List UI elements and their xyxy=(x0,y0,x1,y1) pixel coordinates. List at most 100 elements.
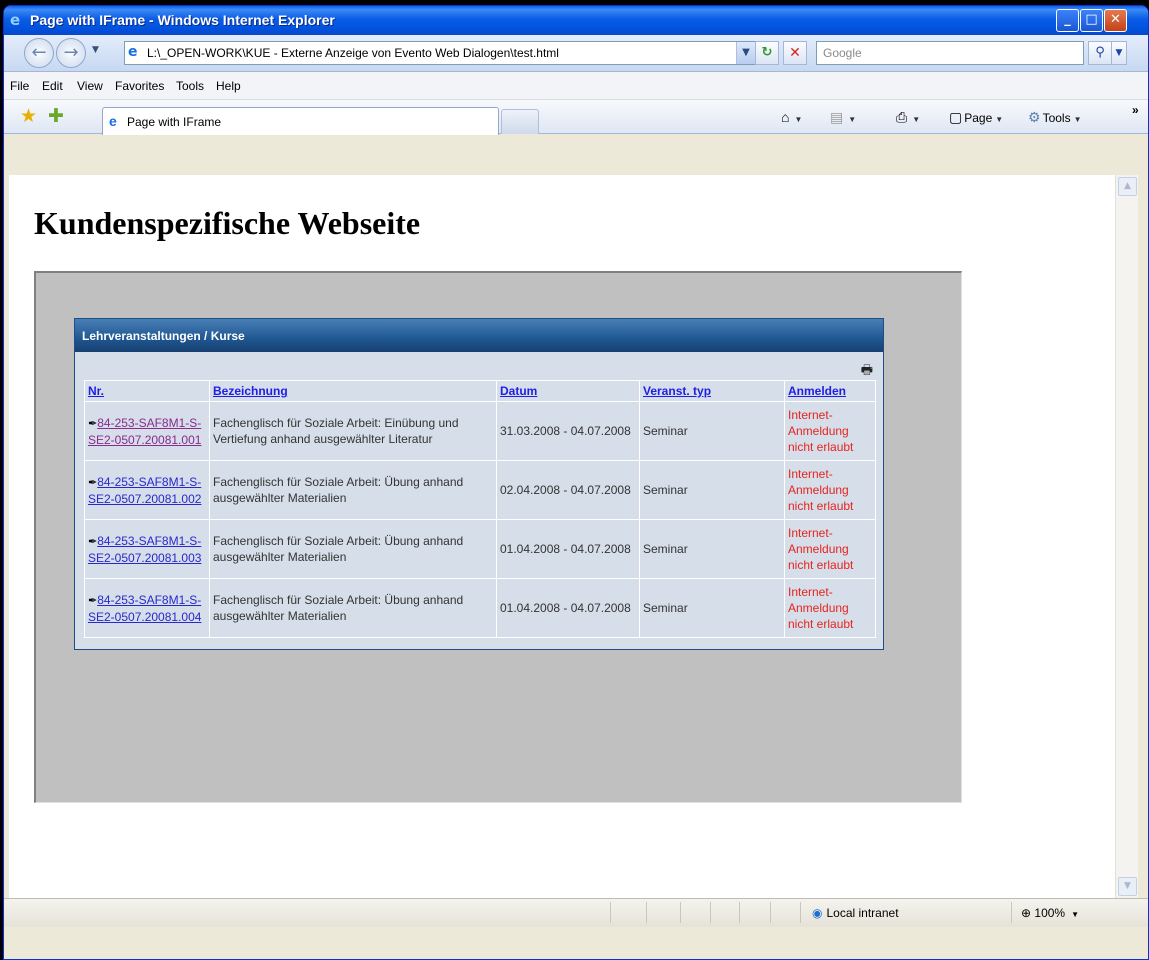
status-divider xyxy=(739,902,740,923)
title-bar[interactable]: e Page with IFrame - Windows Internet Ex… xyxy=(4,6,1148,35)
zoom-icon: ⊕ xyxy=(1021,906,1032,920)
address-toolbar: ← → ▼ e L:\_OPEN-WORK\KUE - Externe Anze… xyxy=(4,35,1148,72)
search-options-dropdown[interactable]: ▼ xyxy=(1111,41,1127,65)
back-arrow-icon: ← xyxy=(31,42,47,63)
ie-logo-icon: e xyxy=(10,11,21,29)
search-placeholder: Google xyxy=(823,46,862,60)
window-title: Page with IFrame - Windows Internet Expl… xyxy=(30,12,335,28)
cell-anmelden: Internet-Anmeldung nicht erlaubt xyxy=(784,519,876,579)
menu-favorites[interactable]: Favorites xyxy=(115,79,164,93)
address-bar[interactable]: e L:\_OPEN-WORK\KUE - Externe Anzeige vo… xyxy=(124,41,756,65)
tools-menu-label: Tools xyxy=(1042,111,1071,125)
minimize-button[interactable]: _ xyxy=(1056,9,1079,32)
cell-nr: ✒84-253-SAF8M1-S-SE2-0507.20081.002 xyxy=(84,460,210,520)
home-button[interactable]: ⌂ ▼ xyxy=(781,109,802,125)
column-header-veranst-typ[interactable]: Veranst. typ xyxy=(639,380,785,402)
column-header-anmelden[interactable]: Anmelden xyxy=(784,380,876,402)
feeds-button[interactable]: ▤ ▼ xyxy=(830,109,856,126)
edit-pen-icon: ✒ xyxy=(88,594,98,607)
status-divider xyxy=(770,902,771,923)
edit-pen-icon: ✒ xyxy=(88,476,98,489)
cell-bezeichnung: Fachenglisch für Soziale Arbeit: Übung a… xyxy=(209,578,497,638)
vertical-scrollbar[interactable]: ▲ ▼ xyxy=(1115,175,1138,898)
zone-label: Local intranet xyxy=(826,906,899,920)
tools-menu-button[interactable]: ⚙ Tools ▼ xyxy=(1028,109,1082,126)
column-header-bezeichnung[interactable]: Bezeichnung xyxy=(209,380,497,402)
status-divider xyxy=(646,902,647,923)
status-divider xyxy=(680,902,681,923)
zoom-level: 100% xyxy=(1034,906,1066,920)
course-number-link[interactable]: 84-253-SAF8M1-S-SE2-0507.20081.001 xyxy=(88,416,201,447)
menu-help[interactable]: Help xyxy=(216,79,241,93)
zoom-control[interactable]: ⊕ 100% ▼ xyxy=(1021,906,1079,920)
page-menu-label: Page xyxy=(964,111,993,125)
tools-menu-arrow: ▼ xyxy=(1073,115,1082,124)
status-divider xyxy=(800,902,801,923)
stop-icon: ✕ xyxy=(789,45,801,61)
panel-header: Lehrveranstaltungen / Kurse xyxy=(75,319,883,352)
print-dropdown[interactable]: ▼ xyxy=(912,115,920,124)
table-row: ✒84-253-SAF8M1-S-SE2-0507.20081.003 Fach… xyxy=(84,519,876,579)
scroll-up-button[interactable]: ▲ xyxy=(1118,177,1137,196)
search-button[interactable]: ⚲ xyxy=(1088,41,1112,65)
menu-edit[interactable]: Edit xyxy=(42,79,63,93)
cell-typ: Seminar xyxy=(639,578,785,638)
more-commands-chevron[interactable]: » xyxy=(1132,103,1139,117)
refresh-icon: ↻ xyxy=(761,45,773,60)
course-panel: Lehrveranstaltungen / Kurse 🖶 Nr. Bezeic… xyxy=(74,318,884,650)
stop-button[interactable]: ✕ xyxy=(783,41,807,65)
forward-button[interactable]: → xyxy=(56,38,86,68)
refresh-button[interactable]: ↻ xyxy=(755,41,779,65)
column-header-datum[interactable]: Datum xyxy=(496,380,640,402)
back-button[interactable]: ← xyxy=(24,38,54,68)
menu-tools[interactable]: Tools xyxy=(176,79,204,93)
table-header-row: Nr. Bezeichnung Datum Veranst. typ Anmel… xyxy=(84,380,876,402)
menu-view[interactable]: View xyxy=(77,79,103,93)
status-bar: ◉ Local intranet ⊕ 100% ▼ xyxy=(4,898,1148,927)
zoom-dropdown[interactable]: ▼ xyxy=(1071,910,1079,919)
cell-anmelden: Internet-Anmeldung nicht erlaubt xyxy=(784,578,876,638)
menu-file[interactable]: File xyxy=(10,79,29,93)
cell-bezeichnung: Fachenglisch für Soziale Arbeit: Einübun… xyxy=(209,401,497,461)
course-number-link[interactable]: 84-253-SAF8M1-S-SE2-0507.20081.003 xyxy=(88,534,201,565)
favorites-center-icon[interactable]: ★ xyxy=(20,105,37,128)
print-icon: ⎙ xyxy=(896,109,908,125)
page-menu-arrow: ▼ xyxy=(995,115,1004,124)
maximize-button[interactable]: □ xyxy=(1080,9,1103,32)
panel-title: Lehrveranstaltungen / Kurse xyxy=(82,329,245,343)
course-number-link[interactable]: 84-253-SAF8M1-S-SE2-0507.20081.004 xyxy=(88,593,201,624)
status-divider xyxy=(1011,902,1012,923)
feeds-dropdown[interactable]: ▼ xyxy=(848,115,856,124)
cell-nr: ✒84-253-SAF8M1-S-SE2-0507.20081.001 xyxy=(84,401,210,461)
close-button[interactable]: ✕ xyxy=(1104,9,1127,32)
status-divider xyxy=(610,902,611,923)
column-header-nr[interactable]: Nr. xyxy=(84,380,210,402)
page-content: Kundenspezifische Webseite Lehrveranstal… xyxy=(9,175,1115,898)
new-tab-button[interactable] xyxy=(501,109,539,134)
cell-nr: ✒84-253-SAF8M1-S-SE2-0507.20081.003 xyxy=(84,519,210,579)
cell-typ: Seminar xyxy=(639,401,785,461)
forward-arrow-icon: → xyxy=(63,42,79,63)
table-row: ✒84-253-SAF8M1-S-SE2-0507.20081.004 Fach… xyxy=(84,578,876,638)
search-icon: ⚲ xyxy=(1095,45,1105,60)
search-input[interactable]: Google xyxy=(816,41,1084,65)
address-dropdown[interactable]: ▼ xyxy=(736,42,755,64)
status-divider xyxy=(710,902,711,923)
tab-page-with-iframe[interactable]: e Page with IFrame xyxy=(102,107,499,135)
gear-icon: ⚙ xyxy=(1028,109,1041,125)
command-bar: ★ ✚ e Page with IFrame ⌂ ▼ ▤ ▼ ⎙ ▼ ▢ Page ▼ ⚙… xyxy=(4,100,1148,135)
add-favorites-icon[interactable]: ✚ xyxy=(48,105,64,128)
course-number-link[interactable]: 84-253-SAF8M1-S-SE2-0507.20081.002 xyxy=(88,475,201,506)
cell-bezeichnung: Fachenglisch für Soziale Arbeit: Übung a… xyxy=(209,519,497,579)
page-menu-button[interactable]: ▢ Page ▼ xyxy=(949,109,1003,126)
address-url[interactable]: L:\_OPEN-WORK\KUE - Externe Anzeige von … xyxy=(147,46,559,60)
home-dropdown[interactable]: ▼ xyxy=(794,115,802,124)
course-table: Nr. Bezeichnung Datum Veranst. typ Anmel… xyxy=(84,380,876,638)
recent-pages-dropdown[interactable]: ▼ xyxy=(92,45,99,55)
print-button[interactable]: ⎙ ▼ xyxy=(896,109,920,126)
globe-icon: ◉ xyxy=(812,906,823,920)
edit-pen-icon: ✒ xyxy=(88,535,98,548)
tab-page-icon: e xyxy=(109,113,117,129)
scroll-down-button[interactable]: ▼ xyxy=(1118,877,1137,896)
security-zone[interactable]: ◉ Local intranet xyxy=(812,906,899,920)
